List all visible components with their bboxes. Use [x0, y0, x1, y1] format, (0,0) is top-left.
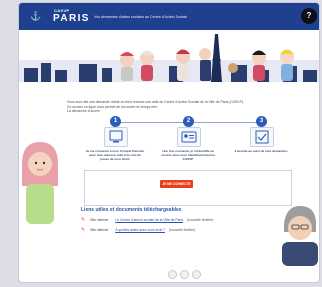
link-kind: Site internet	[90, 228, 109, 232]
link-item: ✎ Site internet Le Centre d'action socia…	[81, 217, 213, 223]
help-button[interactable]: ?	[301, 8, 317, 24]
external-link-icon: ✎	[81, 227, 86, 233]
man-illustration	[282, 206, 318, 266]
share-button[interactable]	[168, 270, 177, 279]
login-panel	[84, 170, 292, 206]
link-item: ✎ Site internet À quelles aides avez-vou…	[81, 227, 195, 233]
woman-illustration	[22, 142, 58, 224]
header-bar: ⚓ CASVP PARIS Vos demandes d'aides socia…	[19, 3, 319, 30]
link-kind: Site internet	[90, 218, 109, 222]
share-button[interactable]	[180, 270, 189, 279]
intro-line: La démarche à suivre :	[67, 109, 102, 114]
step-text: J'accède au suivi de mes demandes	[234, 149, 288, 153]
link-note: (nouvelle fenêtre)	[187, 218, 214, 222]
page-title: Vos demandes d'aides sociales au Centre …	[94, 15, 188, 19]
paris-ship-icon[interactable]: ⚓	[30, 11, 41, 22]
banner-illustration	[19, 30, 319, 98]
step-number: 1	[110, 116, 121, 127]
id-card-icon	[177, 127, 201, 147]
city-logo-text[interactable]: PARIS	[53, 13, 90, 24]
tracking-icon	[250, 127, 274, 147]
step-text: Une fois connecté, je m'identifie au ser…	[161, 149, 215, 162]
intro-text: Vous avez fait une demande d'aide ou bie…	[67, 100, 279, 114]
social-share-buttons	[168, 270, 201, 279]
link-aides[interactable]: À quelles aides avez-vous droit ?	[115, 228, 165, 232]
link-note: (nouvelle fenêtre)	[168, 228, 196, 232]
login-screen-icon	[104, 127, 128, 147]
step-text: Je me connecte à mon Compte Parisien ave…	[85, 149, 145, 162]
app-window: ⚓ CASVP PARIS Vos demandes d'aides socia…	[19, 3, 319, 282]
step-number: 2	[183, 116, 194, 127]
share-button[interactable]	[192, 270, 201, 279]
login-button[interactable]: JE ME CONNECTE	[160, 180, 193, 188]
step-number: 3	[256, 116, 267, 127]
link-casvp[interactable]: Le Centre d'action sociale de la Ville d…	[115, 218, 183, 222]
external-link-icon: ✎	[81, 217, 86, 223]
useful-links-title: Liens utiles et documents téléchargeable…	[81, 207, 182, 213]
